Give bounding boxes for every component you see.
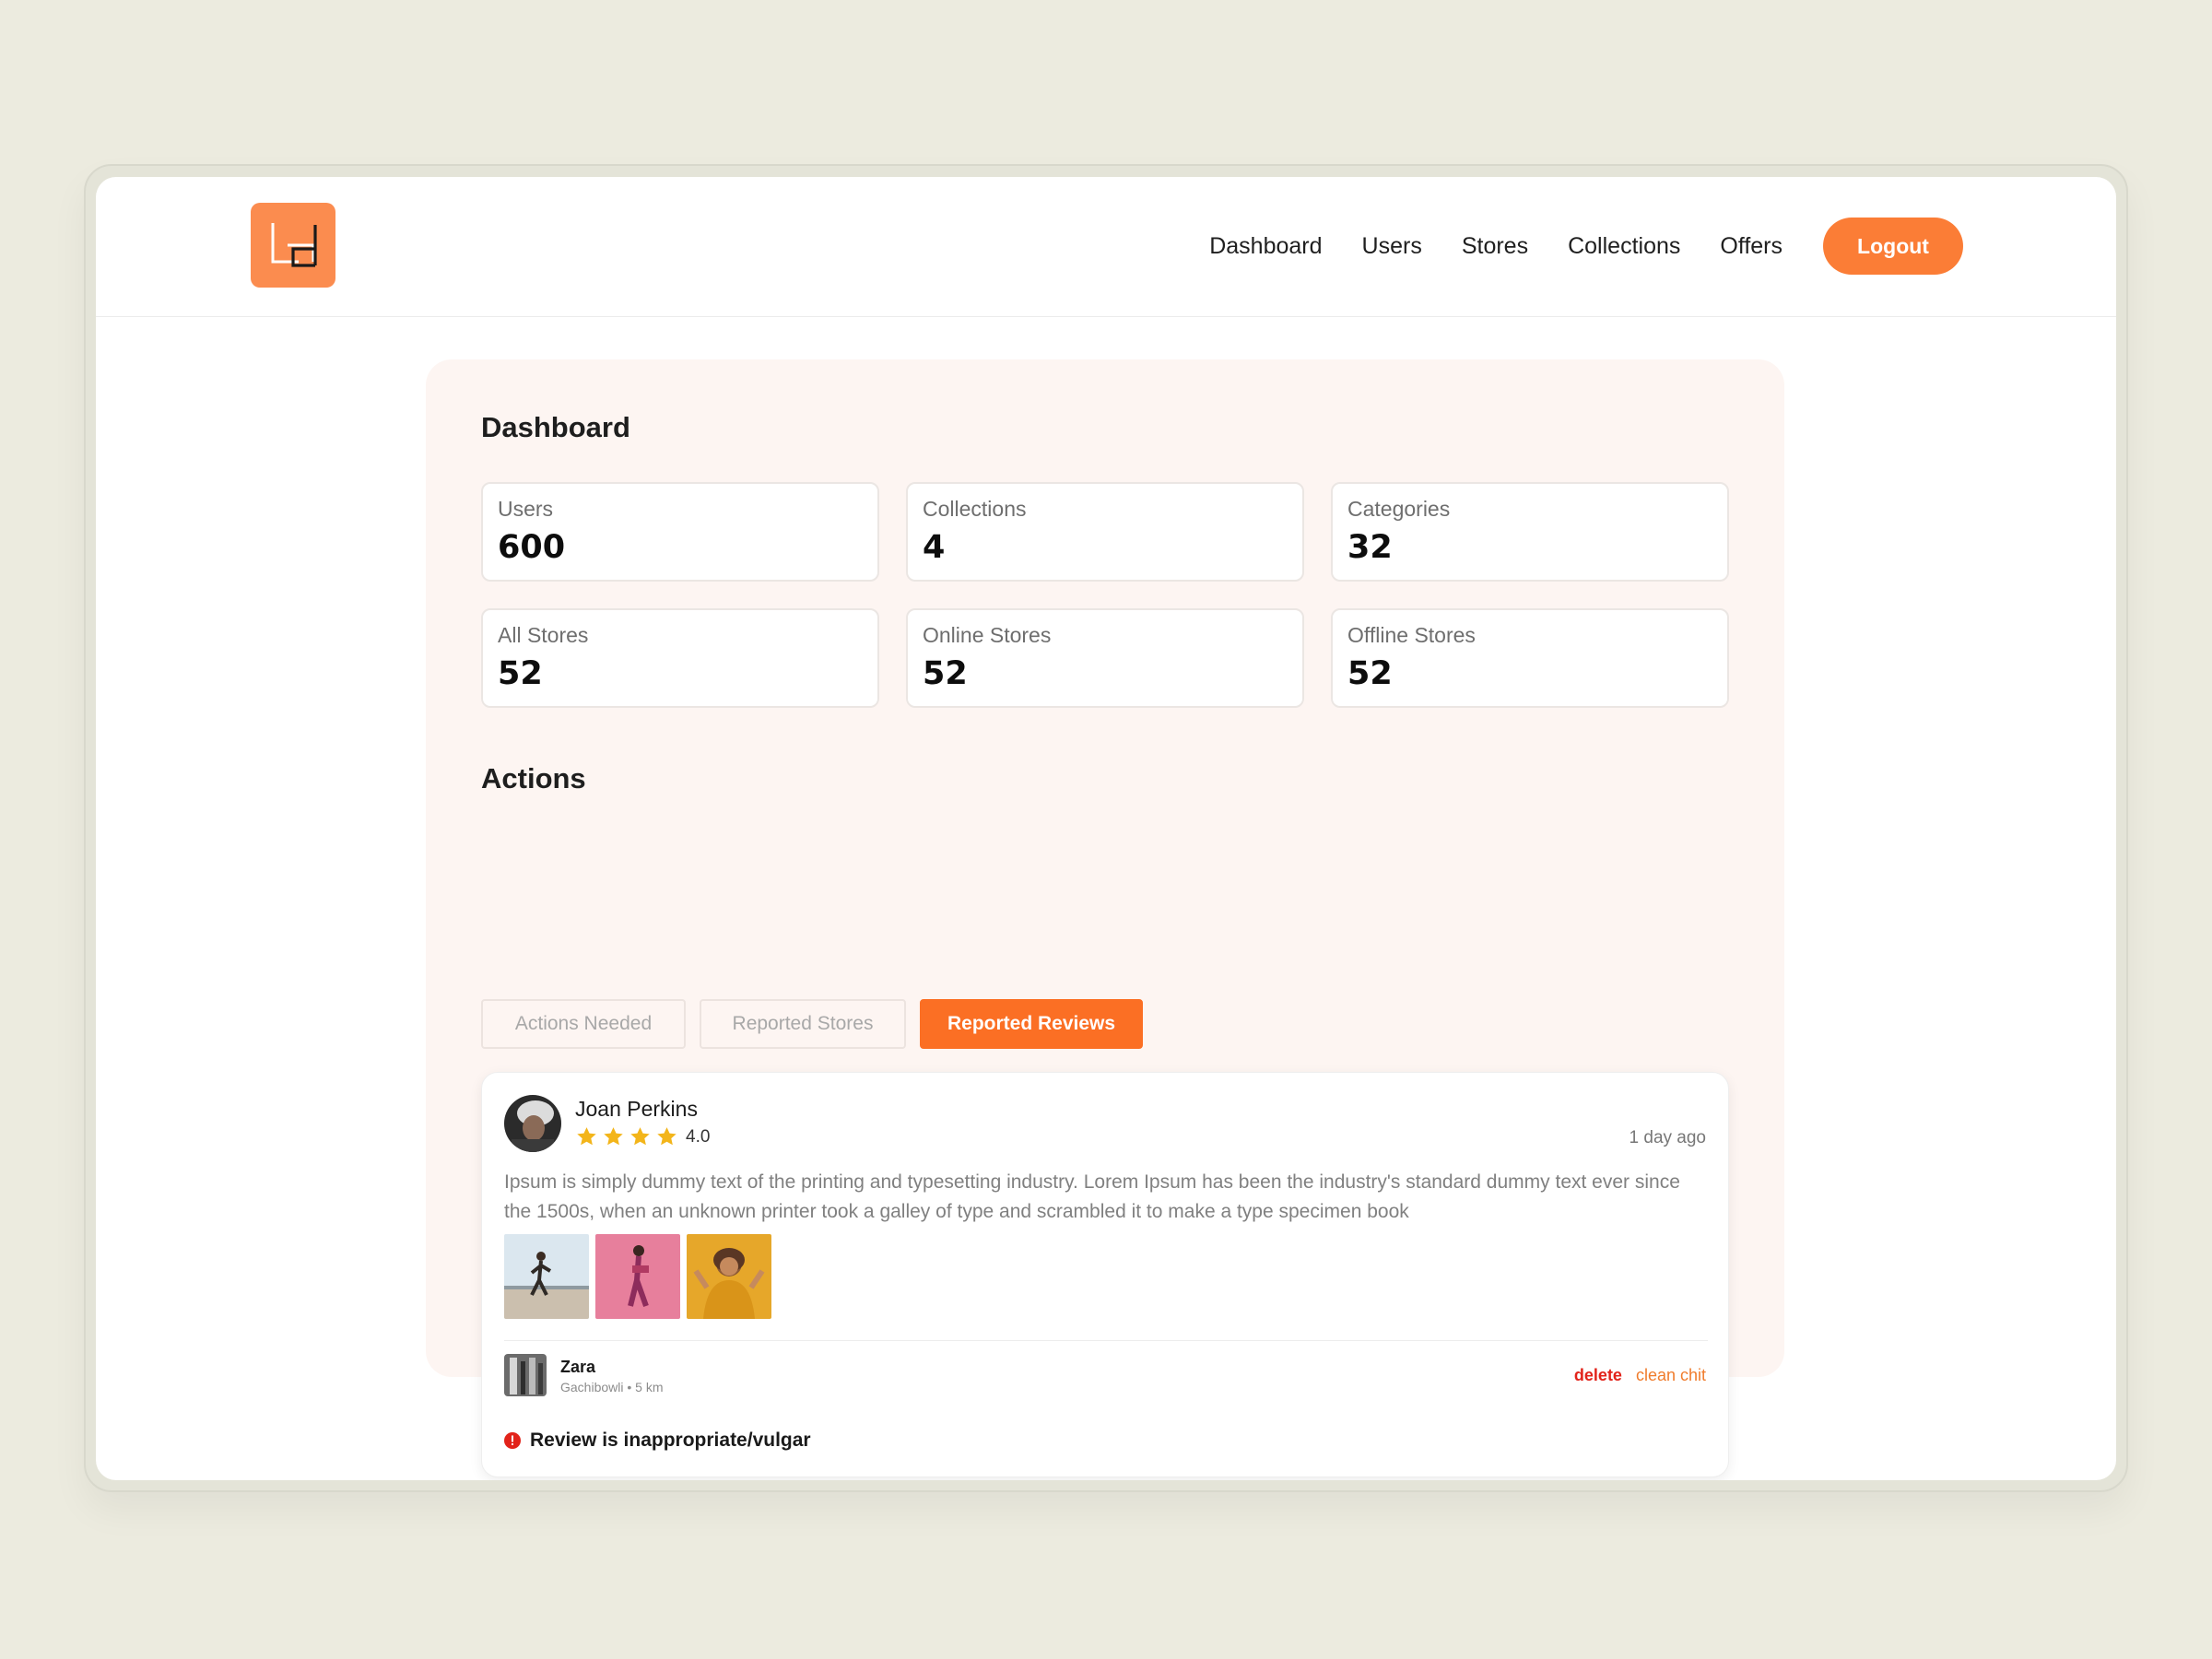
actions-title: Actions [481,762,586,794]
nav-users[interactable]: Users [1362,233,1422,260]
star-icon [630,1127,650,1146]
star-rating: 4.0 [575,1125,710,1148]
store-thumbnail [504,1354,547,1396]
tab-reported-reviews[interactable]: Reported Reviews [920,999,1143,1049]
report-reason: Review is inappropriate/vulgar [504,1430,811,1452]
delete-link[interactable]: delete [1574,1366,1622,1385]
review-timestamp: 1 day ago [1629,1128,1706,1147]
review-actions: delete clean chit [1574,1366,1706,1385]
app-window: Dashboard Users Stores Collections Offer… [96,177,2116,1480]
stat-value: 4 [923,529,946,566]
stat-card-online-stores: Online Stores 52 [906,608,1304,708]
divider [504,1340,1708,1341]
rating-value: 4.0 [686,1126,711,1147]
store-location: Gachibowli • 5 km [560,1380,664,1394]
reviewer-name: Joan Perkins [575,1097,698,1121]
stat-card-collections: Collections 4 [906,482,1304,582]
stat-card-all-stores: All Stores 52 [481,608,879,708]
page-title: Dashboard [481,411,630,443]
review-card: Joan Perkins 4.0 1 day ago Ipsum is simp… [481,1072,1729,1477]
stat-value: 52 [923,655,968,692]
stat-card-users: Users 600 [481,482,879,582]
review-photos [504,1234,778,1319]
avatar [504,1095,561,1152]
nav-collections[interactable]: Collections [1568,233,1680,260]
star-icon [577,1127,596,1146]
dashboard-panel: Dashboard Users 600 Collections 4 Catego… [426,359,1784,1477]
review-photo[interactable] [595,1234,680,1319]
star-icon [604,1127,623,1146]
review-photo[interactable] [504,1234,589,1319]
logout-button[interactable]: Logout [1823,218,1963,275]
alert-circle-icon [504,1432,521,1449]
top-navigation-bar: Dashboard Users Stores Collections Offer… [96,177,2116,317]
stats-grid: Users 600 Collections 4 Categories 32 Al… [481,482,1729,708]
tab-actions-needed[interactable]: Actions Needed [481,999,686,1049]
star-icon [657,1127,677,1146]
store-name[interactable]: Zara [560,1358,595,1377]
stat-label: Collections [923,497,1027,521]
tab-reported-stores[interactable]: Reported Stores [700,999,906,1049]
stat-label: Categories [1347,497,1451,521]
stat-value: 600 [498,529,566,566]
nav-offers[interactable]: Offers [1720,233,1783,260]
stat-value: 52 [1347,655,1393,692]
actions-tabs: Actions Needed Reported Stores Reported … [481,999,1157,1049]
stat-value: 32 [1347,529,1393,566]
stat-label: All Stores [498,623,589,647]
stat-card-categories: Categories 32 [1331,482,1729,582]
bd-logo-icon[interactable] [251,203,335,288]
stat-label: Offline Stores [1347,623,1476,647]
nav-stores[interactable]: Stores [1462,233,1528,260]
review-text: Ipsum is simply dummy text of the printi… [504,1171,1680,1222]
review-photo[interactable] [687,1234,771,1319]
stat-label: Online Stores [923,623,1052,647]
stat-card-offline-stores: Offline Stores 52 [1331,608,1729,708]
main-nav: Dashboard Users Stores Collections Offer… [1170,218,1963,275]
stat-label: Users [498,497,554,521]
nav-dashboard[interactable]: Dashboard [1209,233,1322,260]
stat-value: 52 [498,655,543,692]
clean-chit-link[interactable]: clean chit [1636,1366,1706,1385]
report-reason-text: Review is inappropriate/vulgar [530,1430,811,1451]
